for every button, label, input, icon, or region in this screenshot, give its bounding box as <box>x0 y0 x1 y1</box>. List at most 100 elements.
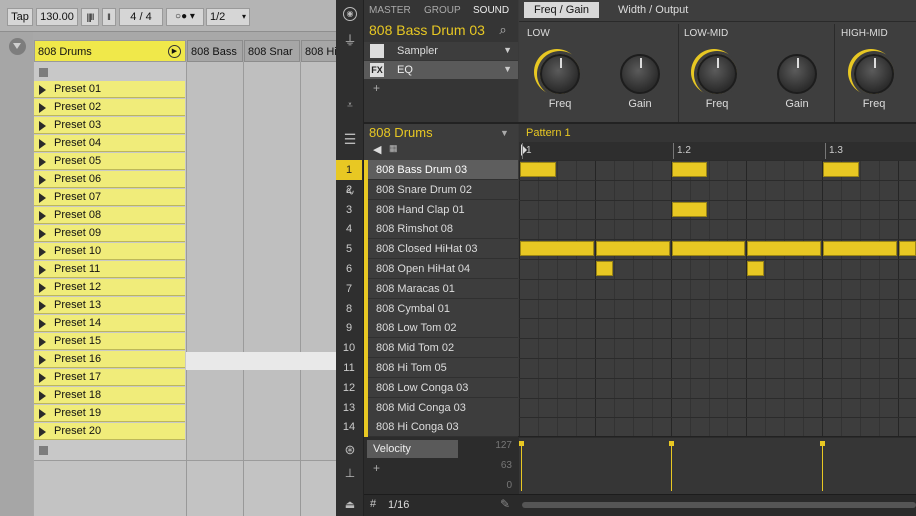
play-icon[interactable] <box>39 175 46 185</box>
grid-hash-icon[interactable]: # <box>370 498 376 510</box>
play-icon[interactable] <box>39 211 46 221</box>
play-icon[interactable] <box>39 301 46 311</box>
add-lane-button[interactable]: + <box>373 461 380 475</box>
note[interactable] <box>520 162 556 177</box>
timeline-ruler[interactable] <box>519 142 916 160</box>
clip-slot[interactable]: Preset 16 <box>34 351 185 368</box>
clip-slot[interactable]: Preset 15 <box>34 333 185 350</box>
clip-slot[interactable]: Preset 11 <box>34 261 185 278</box>
plug-icon[interactable]: ⏚ <box>342 30 358 49</box>
play-icon[interactable] <box>39 409 46 419</box>
play-icon[interactable] <box>39 229 46 239</box>
plugin-slot-sampler[interactable]: Sampler ▼ <box>364 42 518 60</box>
plugin-slot-eq[interactable]: FX EQ ▼ <box>364 61 518 79</box>
pencil-icon[interactable]: ✎ <box>500 497 510 511</box>
play-icon[interactable] <box>39 121 46 131</box>
browser-icon[interactable]: ◉ <box>343 7 357 21</box>
sound-row[interactable]: 12 808 Low Conga 03 <box>343 377 518 398</box>
knob-freq[interactable] <box>697 54 737 94</box>
grid-icon[interactable]: ‖ <box>102 8 116 26</box>
search-icon[interactable]: ⌕ <box>496 22 510 38</box>
play-icon[interactable] <box>39 85 46 95</box>
horizontal-scrollbar[interactable] <box>522 502 916 508</box>
velocity-stem[interactable] <box>521 443 522 491</box>
tab-freq-gain[interactable]: Freq / Gain <box>524 2 599 18</box>
automation-icon[interactable]: ⊛ <box>342 442 358 458</box>
note[interactable] <box>671 241 746 257</box>
quantize-dropdown[interactable]: 1/2 ▾ <box>206 8 250 26</box>
stop-icon[interactable] <box>39 68 48 77</box>
clip-slot[interactable]: Preset 08 <box>34 207 185 224</box>
group-name[interactable]: 808 Drums <box>369 125 433 140</box>
clip-slot[interactable]: Preset 12 <box>34 279 185 296</box>
clip-slot[interactable]: Preset 07 <box>34 189 185 206</box>
sound-row[interactable]: 6 808 Open HiHat 04 <box>346 259 518 279</box>
play-icon[interactable] <box>39 193 46 203</box>
clip-slot[interactable]: Preset 17 <box>34 369 185 386</box>
collapse-icon[interactable] <box>9 38 26 55</box>
play-icon[interactable] <box>39 265 46 275</box>
metronome-icon[interactable]: |||‖ <box>81 8 99 26</box>
note[interactable] <box>595 241 670 257</box>
grid-icon[interactable]: ▦ <box>389 144 399 154</box>
velocity-editor[interactable] <box>519 437 916 494</box>
note[interactable] <box>747 261 765 276</box>
sound-row[interactable]: 2 808 Snare Drum 02 <box>346 179 518 200</box>
velocity-handle[interactable] <box>669 441 674 446</box>
note[interactable] <box>671 162 708 177</box>
play-icon[interactable] <box>39 391 46 401</box>
modulation-icon[interactable]: ⊥ <box>342 466 358 480</box>
time-signature-field[interactable]: 4 / 4 <box>119 8 163 26</box>
play-icon[interactable] <box>39 355 46 365</box>
pattern-name[interactable]: Pattern 1 <box>526 127 571 139</box>
clip-slot[interactable]: Preset 14 <box>34 315 185 332</box>
tab-sound[interactable]: SOUND <box>473 5 509 16</box>
velocity-selector[interactable]: Velocity <box>367 440 458 458</box>
note[interactable] <box>747 241 822 257</box>
note[interactable] <box>823 241 897 257</box>
knob-freq[interactable] <box>854 54 894 94</box>
add-plugin-button[interactable]: + <box>373 81 380 95</box>
sound-row[interactable]: 14 808 Hi Conga 03 <box>343 417 518 438</box>
knob-freq[interactable] <box>540 54 580 94</box>
clip-slot[interactable]: Preset 09 <box>34 225 185 242</box>
note[interactable] <box>595 261 613 276</box>
clip-slot[interactable]: Preset 18 <box>34 387 185 404</box>
sound-name[interactable]: 808 Bass Drum 03 <box>369 22 485 38</box>
collapse-icon[interactable]: ⩡ <box>343 100 357 111</box>
clip-slot[interactable]: Preset 01 <box>34 81 185 98</box>
grid-resolution[interactable]: 1/16 <box>388 499 409 511</box>
clip-slot[interactable]: Preset 03 <box>34 117 185 134</box>
track-header-808-hi[interactable]: 808 Hi <box>301 40 336 62</box>
chevron-down-icon[interactable]: ▼ <box>500 128 509 138</box>
tab-group[interactable]: GROUP <box>424 5 461 16</box>
sound-row[interactable]: 4 808 Rimshot 08 <box>346 219 518 240</box>
note[interactable] <box>520 241 594 257</box>
play-icon[interactable] <box>39 247 46 257</box>
tab-width-output[interactable]: Width / Output <box>618 4 688 16</box>
sound-row[interactable]: 3 808 Hand Clap 01 <box>346 199 518 220</box>
clip-slot[interactable]: Preset 02 <box>34 99 185 116</box>
sound-row[interactable]: 9 808 Low Tom 02 <box>346 318 518 339</box>
clip-slot[interactable]: Preset 04 <box>34 135 185 152</box>
knob-gain[interactable] <box>777 54 817 94</box>
play-icon[interactable]: ▶ <box>168 45 181 58</box>
eject-icon[interactable]: ⏏ <box>342 498 358 511</box>
play-icon[interactable] <box>39 427 46 437</box>
record-mode-icon[interactable]: ○● ▾ <box>166 8 204 26</box>
sound-row[interactable]: 10 808 Mid Tom 02 <box>343 338 518 359</box>
speaker-icon[interactable]: ◀ <box>373 143 381 156</box>
play-icon[interactable] <box>39 283 46 293</box>
arranger-icon[interactable]: ☰ <box>342 131 358 148</box>
velocity-stem[interactable] <box>671 443 672 491</box>
sound-row[interactable]: 13 808 Mid Conga 03 <box>343 397 518 418</box>
track-header-808-bass[interactable]: 808 Bass <box>187 40 243 62</box>
knob-gain[interactable] <box>620 54 660 94</box>
stop-icon[interactable] <box>39 446 48 455</box>
clip-slot[interactable]: Preset 19 <box>34 405 185 422</box>
clip-slot[interactable]: Preset 10 <box>34 243 185 260</box>
clip-slot[interactable]: Preset 13 <box>34 297 185 314</box>
track-header-808-snar[interactable]: 808 Snar <box>244 40 300 62</box>
note[interactable] <box>671 201 708 217</box>
clip-slot[interactable]: Preset 06 <box>34 171 185 188</box>
